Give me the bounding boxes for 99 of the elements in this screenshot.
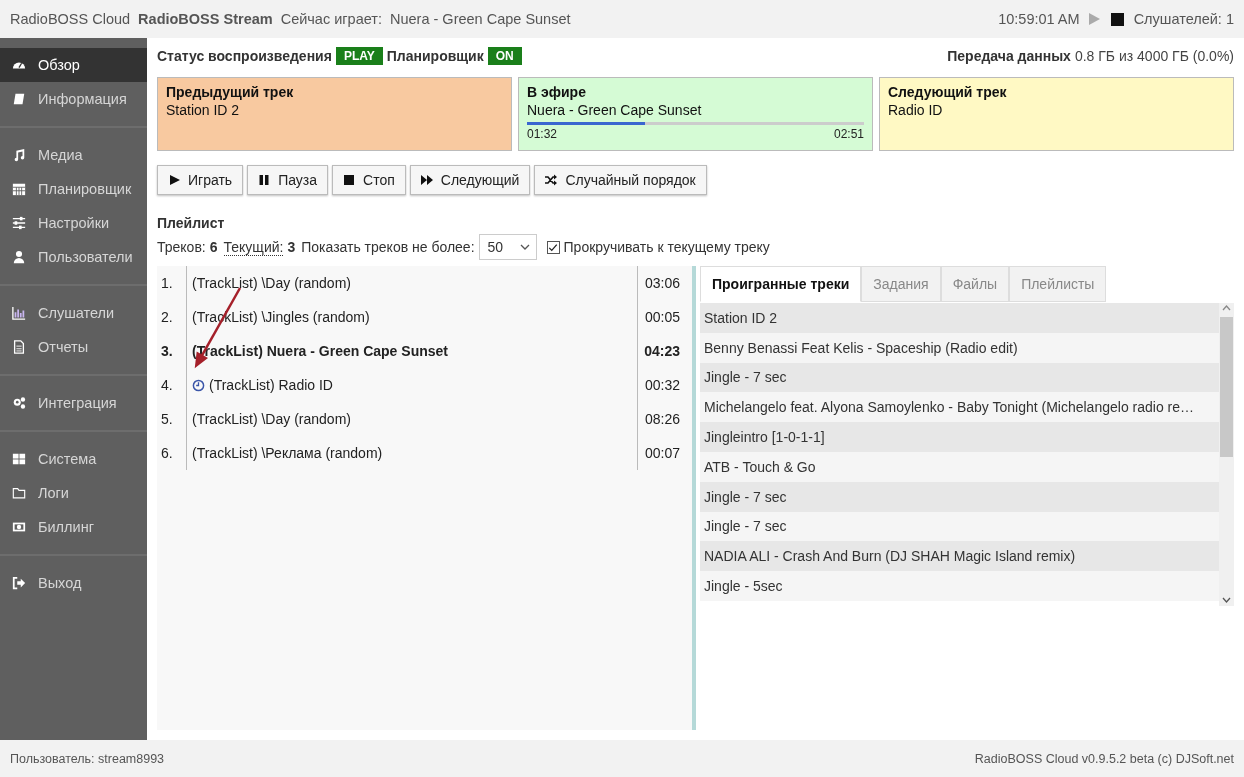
card-title: Предыдущий трек: [166, 84, 295, 100]
played-track: Benny Benassi Feat Kelis - Spaceship (Radio edit): [704, 339, 1018, 356]
track-duration: 08:26: [644, 411, 680, 427]
played-track: ATB - Touch & Go: [704, 458, 816, 475]
track-title[interactable]: (TrackList) \Реклама (random): [192, 445, 383, 461]
sidebar-item[interactable]: Обзор: [0, 48, 147, 82]
current-user: Пользователь: stream8993: [10, 751, 165, 766]
sidebar-item[interactable]: Логи: [0, 476, 147, 510]
stop-icon: [343, 174, 356, 186]
scroll-checkbox-label: Прокручивать к текущему треку: [563, 239, 770, 255]
calendar-icon: [12, 182, 26, 196]
track-title: Radio ID: [888, 102, 944, 118]
stop-icon[interactable]: [1110, 12, 1124, 26]
control-button[interactable]: Следующий: [409, 165, 531, 195]
played-track: Jingleintro [1-0-1-1]: [704, 429, 825, 446]
folder-icon: [12, 486, 26, 500]
chevron-up-icon: [1222, 305, 1231, 311]
version-info: RadioBOSS Cloud v0.9.5.2 beta (c) DJSoft.net: [974, 751, 1234, 766]
chevron-down-icon: [1222, 597, 1231, 603]
track-limit-label: Показать треков не более:: [301, 239, 475, 255]
now-playing-label: Сейчас играет:: [280, 11, 382, 27]
track-title[interactable]: (TrackList) Radio ID: [209, 377, 333, 393]
elapsed-time: 01:32: [527, 127, 558, 141]
chevron-down-icon: [519, 244, 530, 250]
row-number: 2.: [161, 309, 173, 325]
banknote-icon: [12, 520, 26, 534]
played-track: Station ID 2: [704, 309, 778, 326]
track-duration: 00:07: [644, 445, 680, 461]
sidebar-item[interactable]: Выход: [0, 566, 147, 600]
played-track: Jingle - 5sec: [704, 578, 783, 595]
tab[interactable]: Проигранные треки: [700, 266, 862, 302]
row-number: 5.: [161, 411, 173, 427]
sidebar-item[interactable]: Пользователи: [0, 240, 147, 274]
now-playing-title: Nuera - Green Cape Sunset: [390, 11, 571, 27]
sidebar-item[interactable]: Медиа: [0, 138, 147, 172]
music-note-icon: [12, 148, 26, 162]
sliders-icon: [12, 216, 26, 230]
control-button[interactable]: Стоп: [332, 165, 406, 195]
row-number: 1.: [161, 275, 173, 291]
shuffle-icon: [545, 174, 558, 186]
listener-count: Слушателей: 1: [1133, 11, 1234, 27]
data-transfer-value: 0.8 ГБ из 4000 ГБ (0.0%): [1074, 48, 1234, 64]
scheduler-label: Планировщик: [386, 48, 484, 64]
station-name: RadioBOSS Stream: [138, 11, 273, 27]
remaining-time: 02:51: [833, 127, 864, 141]
track-duration: 04:23: [644, 343, 680, 359]
card-title: В эфире: [527, 84, 587, 100]
row-number: 6.: [161, 445, 173, 461]
sidebar-item[interactable]: Система: [0, 442, 147, 476]
played-track: Jingle - 7 sec: [704, 369, 787, 386]
scrollbar[interactable]: [1219, 303, 1234, 606]
checkmark-icon: [548, 242, 559, 252]
fast-forward-icon: [420, 174, 433, 186]
track-duration: 03:06: [644, 275, 680, 291]
bar-chart-icon: [12, 306, 26, 320]
track-duration: 00:05: [644, 309, 680, 325]
data-transfer-label: Передача данных: [947, 48, 1071, 64]
grid-icon: [12, 452, 26, 466]
current-track-link[interactable]: Текущий:: [223, 238, 284, 256]
sidebar-item[interactable]: Биллинг: [0, 510, 147, 544]
document-icon: [12, 340, 26, 354]
play-icon: [168, 174, 180, 186]
sidebar-item[interactable]: Интеграция: [0, 386, 147, 420]
track-count-label: Треков:: [157, 239, 206, 255]
played-track: NADIA ALI - Crash And Burn (DJ SHAH Magic Island remix): [704, 548, 1076, 565]
track-limit-dropdown[interactable]: 50: [478, 234, 537, 260]
playback-status-badge: PLAY: [335, 47, 383, 65]
control-button[interactable]: Случайный порядок: [534, 165, 707, 195]
track-duration: 00:32: [644, 377, 680, 393]
scroll-checkbox[interactable]: [546, 240, 560, 254]
scheduler-status-badge: ON: [487, 47, 522, 65]
track-title[interactable]: (TrackList) \Day (random): [192, 275, 351, 291]
track-title: Nuera - Green Cape Sunset: [527, 102, 703, 118]
clock-time: 10:59:01 AM: [998, 11, 1080, 27]
exit-icon: [12, 576, 26, 590]
playlist-heading: Плейлист: [157, 215, 226, 231]
played-track: Michelangelo feat. Alyona Samoylenko - Baby Tonight (Michelangelo radio re…: [704, 399, 1195, 416]
playback-status-label: Статус воспроизведения: [157, 48, 332, 64]
pause-icon: [258, 174, 271, 186]
track-count: 6: [209, 239, 218, 255]
sidebar-item[interactable]: Информация: [0, 82, 147, 116]
track-title[interactable]: (TrackList) \Day (random): [192, 411, 351, 427]
sidebar-item[interactable]: Настройки: [0, 206, 147, 240]
sidebar-item[interactable]: Планировщик: [0, 172, 147, 206]
sidebar-item[interactable]: Отчеты: [0, 330, 147, 364]
app-name: RadioBOSS Cloud: [10, 11, 131, 27]
played-track: Jingle - 7 sec: [704, 488, 787, 505]
played-track: Jingle - 7 sec: [704, 518, 787, 535]
track-title: Station ID 2: [166, 102, 241, 118]
control-button[interactable]: Играть: [157, 165, 244, 195]
row-number: 3.: [161, 343, 173, 359]
user-icon: [12, 250, 26, 264]
current-track-number: 3: [287, 239, 296, 255]
sidebar-item[interactable]: Слушатели: [0, 296, 147, 330]
card-title: Следующий трек: [888, 84, 1008, 100]
row-number: 4.: [161, 377, 173, 393]
control-button[interactable]: Пауза: [247, 165, 329, 195]
gears-icon: [12, 396, 26, 410]
book-icon: [12, 92, 26, 106]
